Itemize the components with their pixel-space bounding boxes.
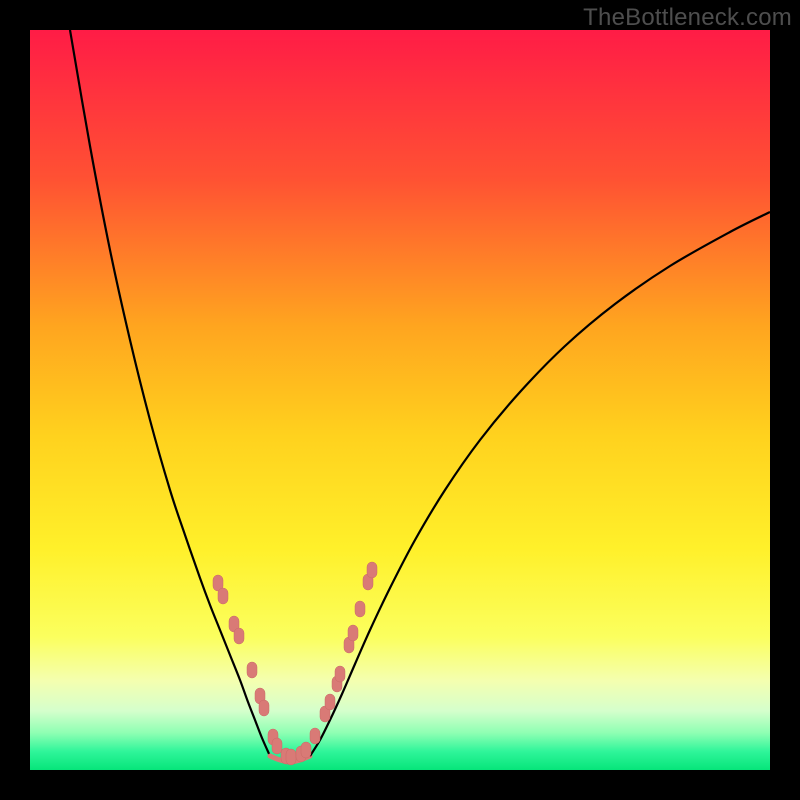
data-marker <box>247 662 257 678</box>
watermark-text: TheBottleneck.com <box>583 4 792 32</box>
data-marker <box>234 628 244 644</box>
data-marker <box>335 666 345 682</box>
data-marker <box>325 694 335 710</box>
data-marker <box>301 742 311 758</box>
marker-group <box>213 562 377 765</box>
data-marker <box>348 625 358 641</box>
data-marker <box>286 749 296 765</box>
data-marker <box>355 601 365 617</box>
data-marker <box>218 588 228 604</box>
curve-layer <box>30 30 770 770</box>
data-marker <box>272 738 282 754</box>
plot-area <box>30 30 770 770</box>
curve-left-branch <box>70 30 270 756</box>
data-marker <box>259 700 269 716</box>
data-marker <box>310 728 320 744</box>
curve-right-branch <box>310 212 770 756</box>
data-marker <box>367 562 377 578</box>
chart-frame: TheBottleneck.com <box>0 0 800 800</box>
